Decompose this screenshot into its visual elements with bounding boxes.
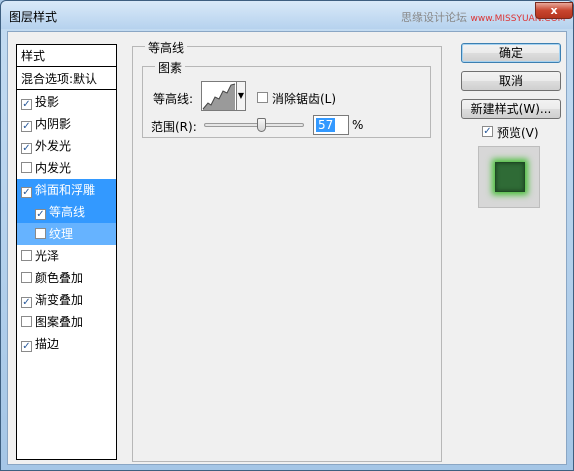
- dialog-client-area: 样式 混合选项:默认 ✓ 投影 ✓ 内阴影 ✓ 外发光 内发光 ✓ 斜面和浮雕 ✓ 等高线: [7, 31, 567, 465]
- style-item-outer-glow[interactable]: ✓ 外发光: [17, 135, 116, 157]
- style-item-label: 内阴影: [35, 117, 72, 131]
- new-style-button[interactable]: 新建样式(W)...: [461, 99, 561, 119]
- style-checkbox[interactable]: ✓: [21, 297, 32, 308]
- style-item-label: 图案叠加: [35, 315, 84, 329]
- style-item-label: 等高线: [49, 205, 86, 219]
- contour-dropdown-button[interactable]: ▼: [236, 81, 246, 111]
- style-checkbox[interactable]: [21, 162, 32, 173]
- contour-label: 等高线:: [153, 92, 194, 106]
- style-item-gradient-overlay[interactable]: ✓ 渐变叠加: [17, 289, 116, 311]
- preview-swatch: [495, 162, 525, 192]
- style-item-inner-shadow[interactable]: ✓ 内阴影: [17, 113, 116, 135]
- check-icon: ✓: [22, 99, 31, 110]
- style-checkbox[interactable]: [21, 272, 32, 283]
- style-preview: [478, 146, 540, 208]
- style-item-drop-shadow[interactable]: ✓ 投影: [17, 91, 116, 113]
- style-item-pattern-overlay[interactable]: 图案叠加: [17, 311, 116, 333]
- antialias-checkbox[interactable]: [257, 92, 268, 103]
- cancel-button-label: 取消: [498, 74, 523, 88]
- check-icon: ✓: [36, 209, 45, 220]
- contour-picker[interactable]: [201, 81, 237, 111]
- chevron-down-icon: ▼: [237, 91, 245, 100]
- contour-group-title: 等高线: [145, 39, 188, 56]
- blend-options-item[interactable]: 混合选项:默认: [17, 68, 116, 90]
- style-item-label: 纹理: [49, 227, 74, 241]
- style-item-label: 颜色叠加: [35, 271, 84, 285]
- check-icon: ✓: [483, 126, 492, 137]
- style-item-bevel-emboss[interactable]: ✓ 斜面和浮雕: [17, 179, 116, 201]
- watermark-text: 思缘设计论坛: [401, 11, 467, 24]
- style-checkbox[interactable]: ✓: [35, 209, 46, 220]
- range-unit: %: [352, 118, 364, 132]
- style-item-label: 光泽: [35, 249, 60, 263]
- layer-style-dialog: 图层样式 思缘设计论坛 www.MISSYUAN.COM x 样式 混合选项:默…: [0, 0, 574, 471]
- style-item-label: 描边: [35, 337, 60, 351]
- style-checkbox[interactable]: [21, 316, 32, 327]
- style-checkbox[interactable]: ✓: [21, 341, 32, 352]
- check-icon: ✓: [22, 341, 31, 352]
- style-list: 样式 混合选项:默认 ✓ 投影 ✓ 内阴影 ✓ 外发光 内发光 ✓ 斜面和浮雕 ✓ 等高线: [16, 44, 117, 460]
- style-list-header-label: 样式: [21, 49, 46, 63]
- contour-curve-icon: [202, 83, 236, 110]
- style-item-label: 斜面和浮雕: [35, 183, 96, 197]
- style-item-inner-glow[interactable]: 内发光: [17, 157, 116, 179]
- check-icon: ✓: [22, 187, 31, 198]
- style-item-label: 外发光: [35, 139, 72, 153]
- style-item-stroke[interactable]: ✓ 描边: [17, 333, 116, 355]
- ok-button-label: 确定: [498, 46, 523, 60]
- range-slider-thumb[interactable]: [257, 118, 266, 132]
- check-icon: ✓: [22, 121, 31, 132]
- blend-options-label: 混合选项:默认: [21, 72, 98, 86]
- close-icon: x: [550, 4, 558, 17]
- new-style-button-label: 新建样式(W)...: [470, 102, 552, 116]
- cancel-button[interactable]: 取消: [461, 71, 561, 91]
- style-item-label: 内发光: [35, 161, 72, 175]
- title-bar[interactable]: 图层样式 思缘设计论坛 www.MISSYUAN.COM x: [1, 1, 573, 29]
- preview-label: 预览(V): [497, 126, 539, 140]
- window-title: 图层样式: [9, 10, 58, 24]
- style-checkbox[interactable]: ✓: [21, 99, 32, 110]
- style-item-contour[interactable]: ✓ 等高线: [17, 201, 116, 223]
- style-checkbox[interactable]: ✓: [21, 121, 32, 132]
- style-item-satin[interactable]: 光泽: [17, 245, 116, 267]
- check-icon: ✓: [22, 297, 31, 308]
- range-slider-track[interactable]: [204, 123, 304, 127]
- preview-checkbox[interactable]: ✓: [482, 126, 493, 137]
- elements-subgroup-title: 图素: [155, 59, 186, 76]
- style-checkbox[interactable]: [35, 228, 46, 239]
- style-item-texture[interactable]: 纹理: [17, 223, 116, 245]
- style-checkbox[interactable]: ✓: [21, 143, 32, 154]
- style-checkbox[interactable]: [21, 250, 32, 261]
- antialias-label: 消除锯齿(L): [272, 92, 337, 106]
- close-button[interactable]: x: [535, 2, 573, 19]
- range-value: 57: [316, 118, 336, 132]
- style-list-header[interactable]: 样式: [17, 45, 116, 67]
- range-label: 范围(R):: [151, 120, 197, 134]
- style-item-label: 渐变叠加: [35, 293, 84, 307]
- style-checkbox[interactable]: ✓: [21, 187, 32, 198]
- style-item-label: 投影: [35, 95, 60, 109]
- range-input[interactable]: 57: [313, 115, 349, 135]
- ok-button[interactable]: 确定: [461, 43, 561, 63]
- check-icon: ✓: [22, 143, 31, 154]
- style-item-color-overlay[interactable]: 颜色叠加: [17, 267, 116, 289]
